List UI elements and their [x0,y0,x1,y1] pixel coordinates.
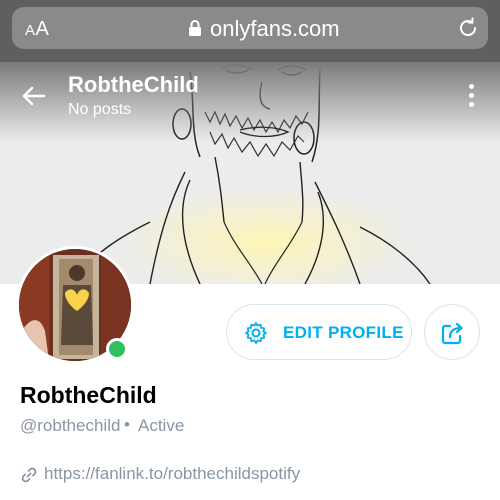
text-size-button[interactable]: AA [25,18,49,41]
share-button[interactable] [424,304,480,360]
lock-icon [189,20,201,36]
profile-handle: @robthechild [20,416,121,435]
back-arrow-icon[interactable] [22,86,46,106]
reload-icon[interactable] [456,16,480,40]
gear-icon [245,322,267,344]
header-title: RobtheChild [68,72,199,97]
online-status-indicator [106,338,128,360]
more-dot [468,93,474,98]
browser-address-bar: AA onlyfans.com [0,0,500,62]
profile-status: Active [138,416,185,435]
handle-status-separator: • [124,415,130,434]
more-dot [468,84,474,89]
profile-display-name: RobtheChild [20,382,157,408]
more-dot [468,102,474,107]
share-icon [441,322,463,345]
link-icon [21,467,37,483]
edit-profile-label: EDIT PROFILE [283,323,404,342]
edit-profile-button[interactable]: EDIT PROFILE [226,304,412,360]
more-vertical-icon[interactable] [466,84,476,110]
url-field[interactable]: AA onlyfans.com [12,7,488,49]
header-posts-count: No posts [68,101,132,118]
profile-link[interactable]: https://fanlink.to/robthechildspotify [44,464,300,484]
url-text: onlyfans.com [210,16,340,41]
